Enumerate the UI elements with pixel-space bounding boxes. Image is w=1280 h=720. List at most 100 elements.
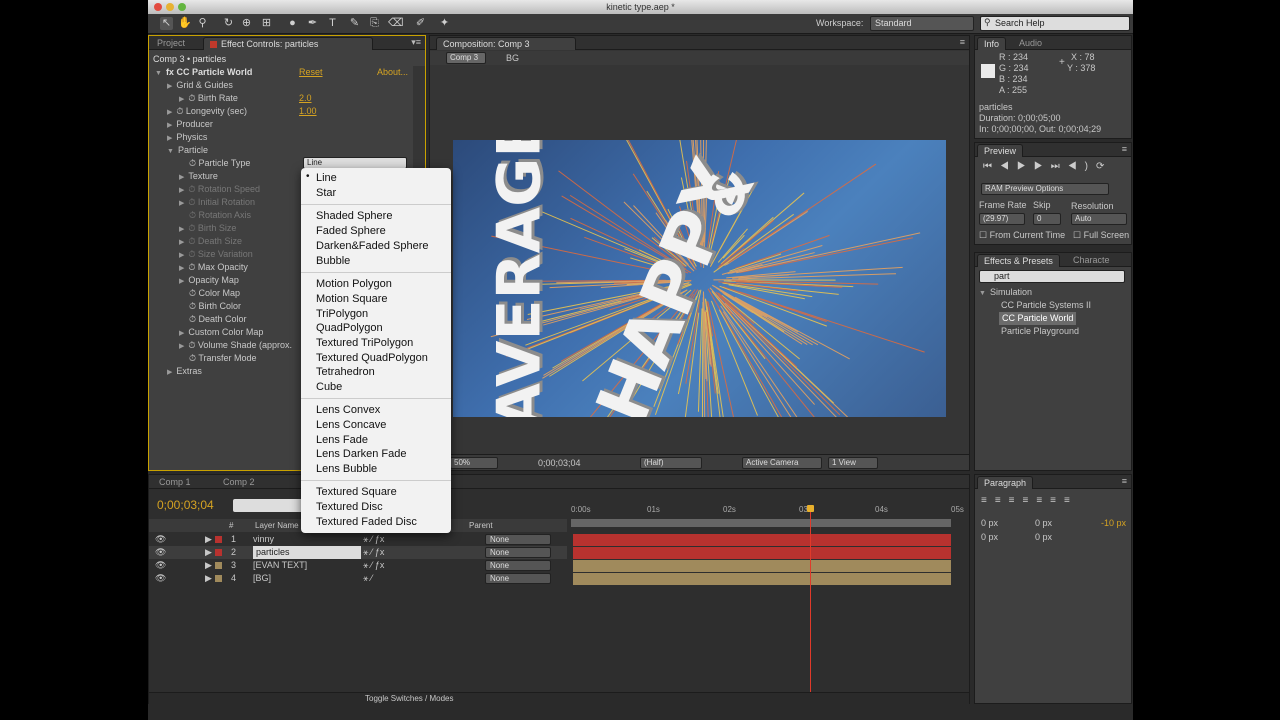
- panel-menu-icon[interactable]: ≡: [1122, 144, 1127, 154]
- timeline-timecode[interactable]: 0;00;03;04: [157, 498, 214, 512]
- label-color[interactable]: [215, 536, 222, 543]
- dd-lens-fade[interactable]: Lens Fade: [316, 433, 368, 447]
- category-simulation[interactable]: ▼ Simulation: [979, 286, 1032, 299]
- tab-effect-controls[interactable]: Effect Controls: particles: [203, 37, 373, 50]
- switch-icons[interactable]: ⚹ ⁄: [363, 572, 372, 585]
- longevity-value[interactable]: 1.00: [299, 105, 317, 118]
- frame-rate-select[interactable]: (29.97): [979, 213, 1025, 225]
- from-current-checkbox[interactable]: ☐ From Current Time: [979, 229, 1065, 242]
- reset-link[interactable]: Reset: [299, 66, 323, 79]
- dd-shaded-sphere[interactable]: Shaded Sphere: [316, 209, 392, 223]
- selection-tool-icon[interactable]: ↖: [160, 17, 173, 30]
- expand-icon[interactable]: ▶: [205, 533, 212, 546]
- dd-tetrahedron[interactable]: Tetrahedron: [316, 365, 375, 379]
- extras-group[interactable]: ▶ Extras: [167, 365, 202, 378]
- effects-search-input[interactable]: part: [979, 270, 1125, 283]
- dd-tripolygon[interactable]: TriPolygon: [316, 307, 368, 321]
- table-row[interactable]: 👁 ▶ 3 [EVAN TEXT] ⚹ ⁄ ƒx None: [149, 559, 567, 572]
- layer-name[interactable]: [EVAN TEXT]: [253, 559, 307, 572]
- layer-name[interactable]: [BG]: [253, 572, 271, 585]
- clone-tool-icon[interactable]: ⎘: [368, 17, 381, 30]
- tab-comp1[interactable]: Comp 1: [153, 476, 197, 489]
- ram-preview-select[interactable]: RAM Preview Options: [981, 183, 1109, 195]
- effect-particle-playground[interactable]: Particle Playground: [1001, 325, 1079, 338]
- switch-icons[interactable]: ⚹ ⁄ ƒx: [363, 546, 384, 559]
- opacity-map-group[interactable]: ▶ Opacity Map: [179, 274, 239, 287]
- eye-icon[interactable]: 👁: [155, 559, 166, 572]
- label-color[interactable]: [215, 562, 222, 569]
- layer-bar[interactable]: [573, 573, 951, 585]
- layer-bar[interactable]: [573, 547, 951, 559]
- indent-left-value[interactable]: 0 px: [981, 517, 998, 530]
- dd-lens-concave[interactable]: Lens Concave: [316, 418, 386, 432]
- zoom-window-icon[interactable]: [178, 3, 186, 11]
- layer-bar[interactable]: [573, 534, 951, 546]
- search-help-input[interactable]: Search Help: [980, 16, 1130, 31]
- switch-icons[interactable]: ⚹ ⁄ ƒx: [363, 559, 384, 572]
- alignment-buttons[interactable]: ≡≡≡≡≡≡≡: [981, 495, 1078, 506]
- physics-group[interactable]: ▶ Physics: [167, 131, 207, 144]
- dd-star[interactable]: Star: [316, 186, 336, 200]
- dd-textured-square[interactable]: Textured Square: [316, 485, 397, 499]
- eye-icon[interactable]: 👁: [155, 572, 166, 585]
- time-ruler[interactable]: 0:00s 01s 02s 03s 04s 05s: [571, 501, 964, 531]
- resolution-preview-select[interactable]: Auto: [1071, 213, 1127, 225]
- tab-project[interactable]: Project: [151, 37, 191, 50]
- comp-timecode[interactable]: 0;00;03;04: [538, 458, 581, 468]
- label-color[interactable]: [215, 549, 222, 556]
- breadcrumb-bg[interactable]: BG: [506, 53, 519, 63]
- close-window-icon[interactable]: [154, 3, 162, 11]
- space-before-value[interactable]: 0 px: [981, 531, 998, 544]
- skip-select[interactable]: 0: [1033, 213, 1061, 225]
- zoom-select[interactable]: 50%: [450, 457, 498, 469]
- dd-lens-bubble[interactable]: Lens Bubble: [316, 462, 377, 476]
- texture-group[interactable]: ▶ Texture: [179, 170, 218, 183]
- layer-name[interactable]: particles: [253, 546, 361, 559]
- panel-menu-icon[interactable]: ≡: [960, 37, 965, 47]
- volume-shade-prop[interactable]: ▶ ⏱ Volume Shade (approx.: [179, 339, 292, 352]
- grid-guides-group[interactable]: ▶ Grid & Guides: [167, 79, 233, 92]
- expand-icon[interactable]: ▶: [205, 559, 212, 572]
- dd-faded-sphere[interactable]: Faded Sphere: [316, 224, 386, 238]
- birth-rate-value[interactable]: 2.0: [299, 92, 312, 105]
- dd-textured-disc[interactable]: Textured Disc: [316, 500, 383, 514]
- timeline-search-input[interactable]: [233, 499, 303, 512]
- tab-composition[interactable]: Composition: Comp 3: [436, 37, 576, 50]
- producer-group[interactable]: ▶ Producer: [167, 118, 213, 131]
- shape-tool-icon[interactable]: ●: [286, 17, 299, 30]
- tab-preview[interactable]: Preview: [977, 144, 1024, 157]
- camera-tool-icon[interactable]: ⊕: [240, 17, 253, 30]
- eye-icon[interactable]: 👁: [155, 533, 166, 546]
- dd-quadpolygon[interactable]: QuadPolygon: [316, 321, 383, 335]
- expand-icon[interactable]: ▶: [205, 572, 212, 585]
- work-area-bar[interactable]: [571, 519, 951, 527]
- effect-header[interactable]: ▼ fx CC Particle World: [155, 66, 252, 79]
- zoom-tool-icon[interactable]: ⚲: [196, 17, 209, 30]
- particle-group[interactable]: ▼ Particle: [167, 144, 208, 157]
- hand-tool-icon[interactable]: ✋: [178, 17, 192, 30]
- max-opacity-prop[interactable]: ▶ ⏱ Max Opacity: [179, 261, 248, 274]
- brush-tool-icon[interactable]: ✎: [348, 17, 361, 30]
- custom-color-map-group[interactable]: ▶ Custom Color Map: [179, 326, 263, 339]
- dd-motion-square[interactable]: Motion Square: [316, 292, 388, 306]
- parent-select[interactable]: None: [485, 547, 551, 558]
- playhead-line[interactable]: [810, 507, 811, 703]
- table-row[interactable]: 👁 ▶ 2 particles ⚹ ⁄ ƒx None: [149, 546, 567, 559]
- panel-menu-icon[interactable]: ▾≡: [411, 37, 421, 48]
- toggle-switches-modes[interactable]: Toggle Switches / Modes: [365, 694, 454, 703]
- composition-canvas[interactable]: AVERAGE HAPPY &: [453, 140, 946, 417]
- minimize-window-icon[interactable]: [166, 3, 174, 11]
- space-after-value[interactable]: 0 px: [1035, 531, 1052, 544]
- dd-cube[interactable]: Cube: [316, 380, 342, 394]
- full-screen-checkbox[interactable]: ☐ Full Screen: [1073, 229, 1129, 242]
- pen-tool-icon[interactable]: ✒: [306, 17, 319, 30]
- tab-character[interactable]: Characte: [1067, 254, 1116, 267]
- eraser-tool-icon[interactable]: ⌫: [388, 17, 404, 30]
- about-link[interactable]: About...: [377, 66, 408, 79]
- puppet-tool-icon[interactable]: ✦: [438, 17, 451, 30]
- table-row[interactable]: 👁 ▶ 4 [BG] ⚹ ⁄ None: [149, 572, 567, 585]
- parent-select[interactable]: None: [485, 560, 551, 571]
- tab-audio[interactable]: Audio: [1013, 37, 1048, 50]
- dd-lens-darken-fade[interactable]: Lens Darken Fade: [316, 447, 407, 461]
- expand-icon[interactable]: ▶: [205, 546, 212, 559]
